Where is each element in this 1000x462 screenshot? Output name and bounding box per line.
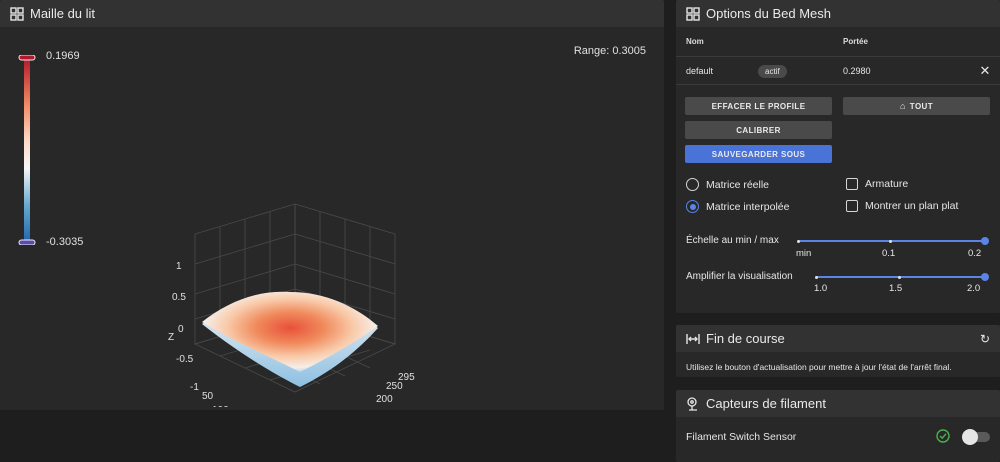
z-tick: -1 <box>190 382 199 393</box>
mesh-3d-plot[interactable]: 1 0.5 Z 0 -0.5 -1 50 100 150 295 250 200… <box>150 192 440 407</box>
endstop-panel: Fin de course ↻ Utilisez le bouton d'act… <box>676 325 1000 377</box>
profile-range: 0.2980 <box>843 65 871 76</box>
filament-title: Capteurs de filament <box>706 396 826 411</box>
list-item: Filament Switch Sensor <box>676 417 1000 457</box>
y-tick: 200 <box>376 394 393 405</box>
colorbar-max-label: 0.1969 <box>46 50 80 62</box>
amplify-label: Amplifier la visualisation <box>686 271 793 282</box>
clear-profile-button[interactable]: EFFACER LE PROFILE <box>685 97 832 115</box>
amplify-knob[interactable] <box>981 273 989 281</box>
x-tick: 100 <box>212 405 229 407</box>
bed-mesh-title: Maille du lit <box>30 6 96 21</box>
sensor-toggle[interactable] <box>962 429 990 445</box>
home-all-label: TOUT <box>909 101 934 111</box>
amplify-tick-label: 2.0 <box>967 283 981 294</box>
interpolated-matrix-option[interactable]: Matrice interpolée <box>686 200 789 213</box>
colorbar <box>18 55 36 245</box>
options-header: Options du Bed Mesh <box>676 0 1000 27</box>
scale-knob[interactable] <box>981 237 989 245</box>
real-matrix-label: Matrice réelle <box>706 178 770 191</box>
active-badge: actif <box>758 64 787 78</box>
z-axis-label: Z <box>168 332 174 343</box>
flat-plane-checkbox[interactable]: Montrer un plan plat <box>846 200 958 212</box>
y-tick: 150 <box>364 406 381 407</box>
radio-off <box>686 178 699 191</box>
z-tick: 0.5 <box>172 292 186 303</box>
range-readout: Range: 0.3005 <box>573 45 646 57</box>
y-tick: 250 <box>386 381 403 392</box>
slider-tick <box>889 240 892 243</box>
scale-tick-label: min <box>796 248 812 259</box>
colorbar-min-label: -0.3035 <box>46 236 84 248</box>
real-matrix-option[interactable]: Matrice réelle <box>686 178 769 191</box>
bed-mesh-header: Maille du lit <box>0 0 664 27</box>
arrows-horizontal-icon <box>686 332 700 346</box>
filament-header: Capteurs de filament <box>676 390 1000 417</box>
grid-icon <box>686 6 700 21</box>
slider-tick <box>797 240 800 243</box>
home-icon: ⌂ <box>899 101 906 111</box>
options-title: Options du Bed Mesh <box>706 6 832 21</box>
profiles-table-header: Nom Portée <box>676 27 1000 57</box>
slider-tick <box>815 276 818 279</box>
interpolated-matrix-label: Matrice interpolée <box>706 200 790 213</box>
filament-sensors-panel: Capteurs de filament Filament Switch Sen… <box>676 390 1000 462</box>
z-tick: 0 <box>178 324 184 335</box>
z-tick: 1 <box>176 261 182 272</box>
profile-name: default <box>686 65 714 76</box>
save-as-button[interactable]: SAUVEGARDER SOUS <box>685 145 832 163</box>
calibrate-button[interactable]: CALIBRER <box>685 121 832 139</box>
flat-plane-label: Montrer un plan plat <box>865 200 959 212</box>
wireframe-label: Armature <box>865 178 909 190</box>
sensor-name: Filament Switch Sensor <box>686 431 797 443</box>
z-tick: -0.5 <box>176 354 194 365</box>
mesh-plot-area[interactable]: Range: 0.3005 0.1969 -0.3035 1 0.5 Z 0 -… <box>0 27 664 410</box>
endstop-title: Fin de course <box>706 331 785 346</box>
col-name: Nom <box>686 37 704 46</box>
checkbox <box>846 178 858 190</box>
remove-profile-icon[interactable]: ✕ <box>970 63 1000 79</box>
filament-icon <box>686 396 700 411</box>
scale-tick-label: 0.2 <box>968 248 982 259</box>
x-tick: 50 <box>202 391 214 402</box>
checkbox <box>846 200 858 212</box>
radio-on <box>686 200 699 213</box>
endstop-help-text: Utilisez le bouton d'actualisation pour … <box>686 362 952 372</box>
col-range: Portée <box>843 37 868 46</box>
scale-label: Échelle au min / max <box>686 235 779 246</box>
amplify-tick-label: 1.0 <box>814 283 828 294</box>
bed-mesh-options-panel: Options du Bed Mesh Nom Portée default a… <box>676 0 1000 313</box>
check-circle-icon <box>936 428 950 446</box>
slider-tick <box>898 276 901 279</box>
endstop-header: Fin de course ↻ <box>676 325 1000 352</box>
grid-icon <box>10 6 24 21</box>
amplify-tick-label: 1.5 <box>889 283 903 294</box>
wireframe-checkbox[interactable]: Armature <box>846 178 908 190</box>
table-row[interactable]: default actif 0.2980 ✕ <box>676 57 1000 85</box>
bed-mesh-panel: Maille du lit Range: 0.3005 0.1969 -0.30… <box>0 0 664 410</box>
refresh-icon[interactable]: ↻ <box>980 332 990 346</box>
home-all-button[interactable]: ⌂ TOUT <box>843 97 990 115</box>
scale-tick-label: 0.1 <box>882 248 896 259</box>
